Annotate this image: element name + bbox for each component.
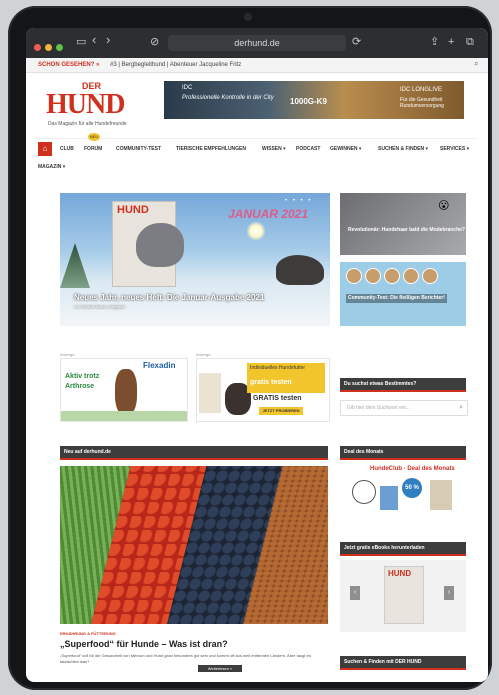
carousel-prev-button[interactable]: ‹ [350, 586, 360, 600]
main-navigation: ⌂ NEU Club Forum Community-Test Tierisch… [38, 133, 478, 177]
discount-badge: 50 % [402, 478, 422, 498]
nav-community-test[interactable]: Community-Test [116, 143, 161, 155]
dog-image [276, 255, 324, 285]
nav-podcast[interactable]: Podcast [296, 143, 320, 155]
ad-label: Anzeige [60, 352, 75, 357]
site-header: DER HUND Das Magazin für alle Hundefreun… [26, 73, 488, 135]
superfood-image[interactable] [60, 466, 328, 624]
browser-toolbar: ▭ ‹ › ⊘ derhund.de ⟳ ⇪ + ⧉ [26, 28, 488, 58]
article-title[interactable]: „Superfood“ für Hunde – Was ist dran? [60, 639, 228, 649]
minimize-window-button[interactable] [45, 44, 52, 51]
product-image [430, 480, 452, 510]
deal-of-month[interactable]: HundeClub · Deal des Monats 50 % [340, 464, 466, 524]
nav-club[interactable]: Club [60, 143, 74, 155]
january-lettering: JANUAR 2021 [228, 207, 309, 221]
grass-graphic [61, 411, 187, 421]
banner-product: 1000G-K9 [290, 97, 327, 106]
ticker-link[interactable]: #3 | Bergbegleithund | Abenteuer Jacquel… [110, 58, 241, 72]
ad-brand: Flexadin [143, 361, 176, 370]
ad-text: Individuelles Hundefutter [250, 365, 306, 371]
close-window-button[interactable] [34, 44, 41, 51]
article-category[interactable]: ERNÄHRUNG & FÜTTERUNG [60, 631, 116, 636]
nav-wissen[interactable]: Wissen ▾ [262, 143, 286, 155]
ad-cta-button[interactable]: JETZT PROBIEREN [259, 407, 303, 415]
ad-hundefutter[interactable]: Individuelles Hundefutter gratis testen … [196, 358, 330, 422]
address-bar[interactable]: derhund.de [168, 35, 346, 51]
ad-text: Arthrose [65, 383, 95, 390]
nav-services[interactable]: Services ▾ [440, 143, 469, 155]
side-teaser-title: Revolutionär: Hundehaar bald die Modebra… [348, 227, 465, 233]
deal-brand: HundeClub · Deal des Monats [370, 466, 455, 472]
new-badge: NEU [88, 133, 100, 141]
banner-brand-left: IDC [182, 85, 193, 91]
nav-forum[interactable]: Forum [84, 143, 102, 155]
search-find-heading: Suchen & Finden mit DER HUND [340, 656, 466, 670]
ebooks-carousel: ‹ HUND › [340, 560, 466, 632]
sun-graphic [246, 221, 266, 241]
privacy-icon[interactable]: ⊘ [150, 35, 159, 49]
logo-tagline: Das Magazin für alle Hundefreunde [48, 121, 127, 127]
header-ad-banner[interactable]: IDC Professionelle Kontrolle in der City… [164, 81, 464, 119]
side-teaser-2[interactable]: Community-Test: Die fleißigen Berichter! [340, 262, 466, 326]
reload-icon[interactable]: ⟳ [352, 35, 361, 49]
deal-heading: Deal des Monats [340, 446, 466, 460]
top-ticker-bar: SCHON GESEHEN? » #3 | Bergbegleithund | … [26, 58, 488, 73]
dog-image [115, 369, 137, 415]
tablet-frame: ▭ ‹ › ⊘ derhund.de ⟳ ⇪ + ⧉ SCHON GESEHEN… [8, 6, 492, 690]
ebook-cover[interactable]: HUND [384, 566, 424, 624]
slider-dots[interactable]: • • • • [285, 198, 312, 204]
nav-tierische-empfehlungen[interactable]: Tierische Empfehlungen [176, 143, 246, 155]
sidebar-search-input[interactable]: Gib hier dein Suchwort ein... ⌕ [340, 400, 468, 416]
side-teaser-1[interactable]: 😮 Revolutionär: Hundehaar bald die Modeb… [340, 193, 466, 255]
forward-button[interactable]: › [106, 33, 110, 47]
search-box-heading: Du suchst etwas Bestimmtes? [340, 378, 466, 392]
nav-suchen-finden[interactable]: Suchen & Finden ▾ [378, 143, 428, 155]
search-icon[interactable]: ⌕ [474, 57, 478, 71]
hero-caption[interactable]: Neues Jahr, neues Heft: Die Januar-Ausga… [74, 293, 264, 302]
share-icon[interactable]: ⇪ [430, 35, 439, 49]
schon-gesehen-label: SCHON GESEHEN? » [38, 62, 100, 68]
ebooks-heading: Jetzt gratis eBooks herunterladen [340, 542, 466, 556]
sidebar-toggle-icon[interactable]: ▭ [76, 35, 86, 49]
logo-hund: HUND [46, 89, 125, 120]
read-more-button[interactable]: Weiterlesen » [198, 665, 242, 672]
news-heading: Neu auf derhund.de [60, 446, 328, 460]
ad-flexadin[interactable]: Aktiv trotz Arthrose Flexadin [60, 358, 188, 422]
dog-image [136, 223, 184, 267]
back-button[interactable]: ‹ [92, 33, 96, 47]
ad-text: Aktiv trotz [65, 373, 100, 380]
nav-magazin[interactable]: Magazin ▾ [38, 161, 65, 173]
camera-icon [244, 13, 252, 21]
tab-overview-icon[interactable]: ⧉ [466, 35, 474, 49]
banner-line: Professionelle Kontrolle in der City [182, 95, 274, 101]
new-tab-icon[interactable]: + [448, 35, 454, 49]
magazine-logo: HUND [117, 204, 149, 216]
search-icon[interactable]: ⌕ [459, 401, 463, 415]
dog-avatars [346, 268, 441, 289]
food-pack-image [199, 373, 221, 413]
ad-text: GRATIS testen [253, 395, 302, 402]
window-controls [34, 38, 67, 56]
banner-line-right: Für die Gesundheit Rundumversorgung [400, 97, 444, 109]
tree-graphic [60, 243, 90, 288]
ad-label: Anzeige [196, 352, 211, 357]
hero-caption-meta: von Gudrun Braun | Magazin [74, 304, 126, 309]
article-excerpt: „Superfood“ soll für die Gesundheit von … [60, 653, 311, 664]
site-logo[interactable]: DER HUND Das Magazin für alle Hundefreun… [38, 79, 148, 129]
ad-text: gratis testen [250, 379, 292, 386]
side-teaser-title: Community-Test: Die fleißigen Berichter! [346, 294, 447, 303]
carousel-next-button[interactable]: › [444, 586, 454, 600]
nav-gewinnen[interactable]: Gewinnen ▾ [330, 143, 361, 155]
surprised-emoji-icon: 😮 [438, 200, 450, 212]
screen: ▭ ‹ › ⊘ derhund.de ⟳ ⇪ + ⧉ SCHON GESEHEN… [26, 28, 488, 682]
product-image [380, 486, 398, 510]
banner-brand-right: IDC LONGLIVE [400, 87, 443, 93]
seal-icon [352, 480, 376, 504]
zoom-window-button[interactable] [56, 44, 63, 51]
ad-yellow-panel: Individuelles Hundefutter gratis testen [247, 363, 325, 393]
home-icon[interactable]: ⌂ [38, 142, 52, 156]
hero-slider[interactable]: HUND JANUAR 2021 • • • • Neues Jahr, neu… [60, 193, 330, 326]
